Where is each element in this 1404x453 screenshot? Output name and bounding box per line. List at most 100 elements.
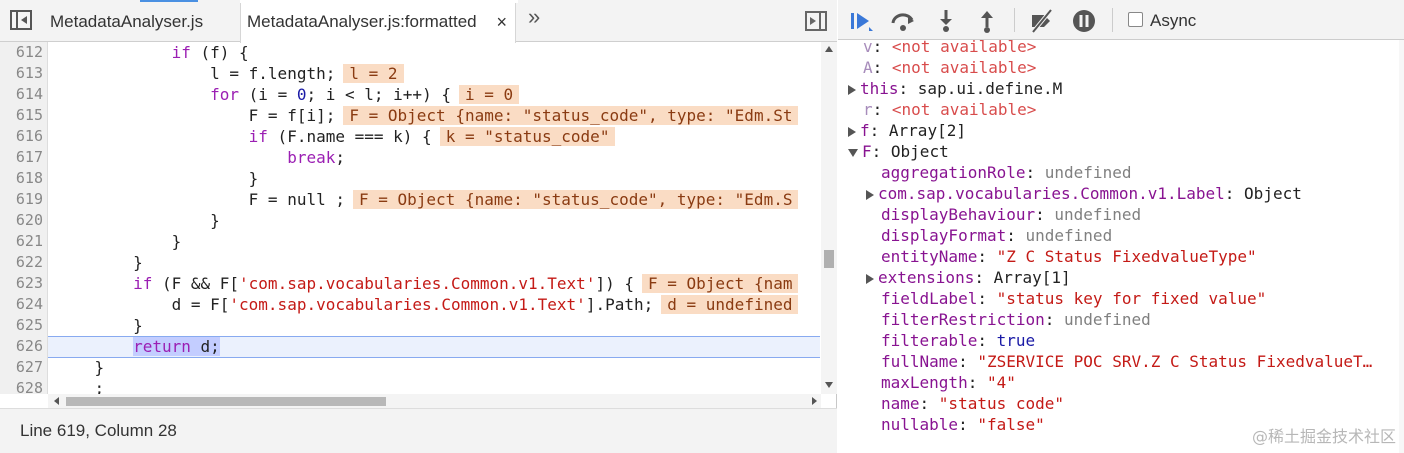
code-line: } [56, 252, 143, 273]
line-number[interactable]: 623 [0, 273, 43, 294]
line-number[interactable]: 628 [0, 378, 43, 394]
line-number[interactable]: 619 [0, 189, 43, 210]
toolbar-separator [1014, 8, 1015, 32]
scope-entry[interactable]: this: sap.ui.define.M [848, 78, 1062, 99]
tab-label: MetadataAnalyser.js:formatted [247, 12, 477, 31]
collapsed-arrow-icon[interactable] [866, 189, 874, 200]
pause-on-exceptions-icon[interactable] [1071, 8, 1097, 34]
scroll-right-icon[interactable] [812, 397, 817, 405]
scope-entry[interactable]: displayFormat: undefined [881, 225, 1112, 246]
scope-value: "ZSERVICE POC SRV.Z C Status FixedvalueT… [977, 352, 1373, 371]
scope-entry[interactable]: displayBehaviour: undefined [881, 204, 1141, 225]
scope-separator: : [974, 268, 994, 287]
code-line: l = f.length; l = 2 [56, 63, 404, 84]
scope-entry[interactable]: A: <not available> [863, 57, 1036, 78]
line-number[interactable]: 624 [0, 294, 43, 315]
code-editor[interactable]: 612 613 614 615 616 617 618 619 620 621 622 623 624 6… [0, 42, 837, 394]
line-number-gutter[interactable]: 612 613 614 615 616 617 618 619 620 621 622 623 624 6… [0, 42, 48, 394]
scope-entry[interactable]: entityName: "Z C Status FixedvalueType" [881, 246, 1257, 267]
step-over-icon[interactable] [890, 8, 916, 34]
step-out-icon[interactable] [974, 8, 1000, 34]
scope-value: Array[1] [993, 268, 1071, 287]
line-number[interactable]: 620 [0, 210, 43, 231]
line-number[interactable]: 614 [0, 84, 43, 105]
scope-key: fieldLabel [881, 289, 978, 308]
scope-entry[interactable]: maxLength: "4" [881, 372, 1016, 393]
close-tab-icon[interactable]: × [496, 0, 507, 44]
collapsed-arrow-icon[interactable] [848, 84, 856, 95]
scope-scrollbar[interactable] [1399, 40, 1404, 453]
more-tabs-icon[interactable]: » [528, 4, 540, 30]
scope-separator: : [1224, 184, 1245, 203]
line-number[interactable]: 615 [0, 105, 43, 126]
scope-value: "status code" [938, 394, 1065, 413]
collapsed-arrow-icon[interactable] [848, 126, 856, 137]
scope-separator: : [1025, 163, 1045, 182]
scope-key: name [881, 394, 920, 413]
scope-entry[interactable]: com.sap.vocabularies.Common.v1.Label: Ob… [866, 183, 1302, 204]
collapsed-arrow-icon[interactable] [866, 273, 874, 284]
code-line: } [56, 231, 182, 252]
line-number[interactable]: 618 [0, 168, 43, 189]
scope-key: maxLength [881, 373, 968, 392]
deactivate-breakpoints-icon[interactable] [1029, 8, 1055, 34]
inline-value: F = Object {name: "status_code", type: "… [352, 190, 799, 209]
scroll-down-icon[interactable] [825, 382, 833, 388]
scope-entry[interactable]: r: <not available> [863, 99, 1036, 120]
tab-metadataanalyser-js[interactable]: MetadataAnalyser.js [50, 0, 203, 42]
code-text: d = F['com.sap.vocabularies.Common.v1.Te… [56, 295, 654, 314]
scope-key: fullName [881, 352, 959, 371]
code-line: break; [56, 147, 345, 168]
toggle-debugger-sidebar-icon[interactable] [805, 11, 827, 31]
scope-entry[interactable]: extensions: Array[1] [866, 267, 1071, 288]
scope-entry[interactable]: fullName: "ZSERVICE POC SRV.Z C Status F… [881, 351, 1372, 372]
scope-entry[interactable]: name: "status code" [881, 393, 1064, 414]
resume-icon[interactable] [848, 8, 874, 34]
line-number[interactable]: 625 [0, 315, 43, 336]
scope-value: <not available> [891, 40, 1037, 56]
code-text: } [56, 358, 105, 377]
horizontal-scrollbar[interactable] [48, 394, 821, 408]
code-text: F = null ; [56, 190, 345, 209]
expanded-arrow-icon[interactable] [848, 148, 858, 157]
line-number[interactable]: 621 [0, 231, 43, 252]
scope-key: com.sap.vocabularies.Common.v1.Label [878, 184, 1225, 203]
scope-entry[interactable]: filterRestriction: undefined [881, 309, 1151, 330]
debugger-sidebar: Async v: <not available> A: <not availabl… [838, 0, 1404, 453]
scrollbar-thumb[interactable] [66, 397, 386, 406]
step-into-icon[interactable] [933, 8, 959, 34]
scroll-left-icon[interactable] [54, 397, 59, 405]
scope-separator: : [872, 100, 892, 119]
scope-value: Object [1244, 184, 1302, 203]
line-number[interactable]: 617 [0, 147, 43, 168]
tab-metadataanalyser-formatted[interactable]: MetadataAnalyser.js:formatted × [240, 0, 518, 44]
scope-variables-pane[interactable]: v: <not available> A: <not available> this… [838, 40, 1404, 453]
scope-entry[interactable]: filterable: true [881, 330, 1035, 351]
scope-entry[interactable]: aggregationRole: undefined [881, 162, 1131, 183]
scope-value: undefined [1044, 163, 1132, 182]
line-number[interactable]: 612 [0, 42, 43, 63]
scope-value: <not available> [891, 58, 1037, 77]
scrollbar-thumb[interactable] [824, 250, 834, 268]
scope-key: this [860, 79, 899, 98]
scope-value: Object [890, 142, 949, 161]
scope-entry[interactable]: f: Array[2] [848, 120, 966, 141]
line-number[interactable]: 626 [0, 336, 43, 357]
code-text: if (F.name === k) { [248, 127, 432, 146]
scope-entry[interactable]: F: Object [848, 141, 949, 162]
scope-entry[interactable]: fieldLabel: "status key for fixed value" [881, 288, 1266, 309]
line-number[interactable]: 613 [0, 63, 43, 84]
scope-key: extensions [878, 268, 975, 287]
line-number[interactable]: 627 [0, 357, 43, 378]
scope-entry[interactable]: v: <not available> [863, 40, 1036, 57]
scope-key: filterable [881, 331, 978, 350]
line-number[interactable]: 622 [0, 252, 43, 273]
toggle-navigator-icon[interactable] [10, 10, 32, 30]
scope-entry[interactable]: nullable: "false" [881, 414, 1045, 435]
scroll-up-icon[interactable] [825, 46, 833, 52]
scope-value: undefined [1054, 205, 1142, 224]
line-number[interactable]: 616 [0, 126, 43, 147]
async-checkbox[interactable] [1128, 12, 1143, 27]
vertical-scrollbar[interactable] [821, 42, 837, 394]
scope-separator: : [958, 352, 978, 371]
